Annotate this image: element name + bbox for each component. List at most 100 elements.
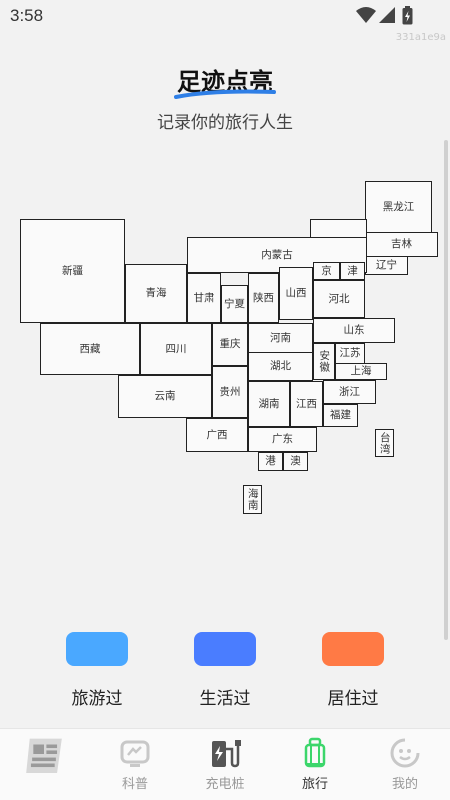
status-bar: 3:58 xyxy=(0,0,450,32)
tab-label: 充电桩 xyxy=(205,777,245,792)
region-label: 陕西 xyxy=(253,291,274,304)
tab-news[interactable] xyxy=(0,729,90,800)
region-yunnan[interactable]: 云南 xyxy=(118,375,212,418)
region-label: 吉林 xyxy=(391,238,412,251)
region-label: 山西 xyxy=(285,287,307,300)
region-anhui[interactable]: 安徽 xyxy=(313,343,335,380)
tab-label: 我的 xyxy=(391,777,418,792)
region-label: 内蒙古 xyxy=(261,248,293,261)
region-label: 西藏 xyxy=(79,342,101,355)
region-label: 海南 xyxy=(246,488,259,511)
region-heilongjiang[interactable]: 黑龙江 xyxy=(365,181,432,233)
china-province-map: 黑龙江 吉林 辽宁 新疆 内蒙古 京 津 青海 甘肃 宁夏 陕西 山西 河北 山… xyxy=(0,170,450,530)
region-shanxi[interactable]: 山西 xyxy=(279,267,313,320)
region-chongqing[interactable]: 重庆 xyxy=(212,323,248,366)
region-shaanxi[interactable]: 陕西 xyxy=(248,273,279,323)
region-hunan[interactable]: 湖南 xyxy=(248,381,290,427)
legend-label-traveled: 旅游过 xyxy=(71,689,123,709)
legend-item-lived: 生活过 xyxy=(175,632,275,709)
region-label: 津 xyxy=(347,264,358,277)
profile-face-icon xyxy=(390,738,420,768)
region-hainan[interactable]: 海南 xyxy=(243,485,262,514)
science-tv-icon xyxy=(120,740,150,767)
region-guangxi[interactable]: 广西 xyxy=(186,418,248,452)
luggage-icon xyxy=(304,737,326,768)
region-label: 甘肃 xyxy=(193,291,215,304)
region-taiwan[interactable]: 台湾 xyxy=(375,429,394,457)
region-jiangsu[interactable]: 江苏 xyxy=(335,343,365,364)
region-label: 福建 xyxy=(330,409,351,422)
region-jiangxi[interactable]: 江西 xyxy=(290,381,323,427)
region-hongkong[interactable]: 港 xyxy=(258,452,283,471)
region-hubei[interactable]: 湖北 xyxy=(248,352,313,381)
region-label: 江苏 xyxy=(339,347,361,360)
region-ningxia[interactable]: 宁夏 xyxy=(221,285,248,323)
region-jilin[interactable]: 吉林 xyxy=(365,232,438,257)
region-label: 澳 xyxy=(290,455,301,468)
region-label: 广西 xyxy=(206,428,228,441)
region-shandong[interactable]: 山东 xyxy=(313,318,395,343)
region-xizang[interactable]: 西藏 xyxy=(40,323,140,375)
region-macau[interactable]: 澳 xyxy=(283,452,308,471)
legend-label-lived: 生活过 xyxy=(199,689,251,709)
tab-label: 旅行 xyxy=(301,777,328,792)
region-label: 湖南 xyxy=(258,397,280,410)
title-underline-stroke xyxy=(174,89,276,99)
region-label: 京 xyxy=(321,264,332,277)
region-label: 江西 xyxy=(296,397,317,410)
tab-label: 科普 xyxy=(121,777,148,792)
region-henan[interactable]: 河南 xyxy=(248,323,313,353)
region-label: 港 xyxy=(265,455,276,468)
status-time: 3:58 xyxy=(10,6,44,25)
page-subtitle: 记录你的旅行人生 xyxy=(157,113,293,133)
region-liaoning[interactable]: 辽宁 xyxy=(365,256,408,275)
region-fujian[interactable]: 福建 xyxy=(323,404,358,427)
tab-travel[interactable]: 旅行 xyxy=(270,729,360,800)
region-tianjin[interactable]: 津 xyxy=(340,262,365,280)
region-label: 重庆 xyxy=(219,338,241,351)
region-label: 上海 xyxy=(350,365,372,378)
legend-label-resided: 居住过 xyxy=(327,689,379,709)
region-guizhou[interactable]: 贵州 xyxy=(212,366,248,418)
region-label: 贵州 xyxy=(219,385,241,398)
wifi-icon xyxy=(356,7,376,23)
tab-charging-pile[interactable]: 充电桩 xyxy=(180,729,270,800)
tab-science[interactable]: 科普 xyxy=(90,729,180,800)
region-label: 河南 xyxy=(270,331,291,344)
tab-profile[interactable]: 我的 xyxy=(360,729,450,800)
region-label: 四川 xyxy=(165,342,187,355)
watermark: 331a1e9a xyxy=(395,32,446,43)
legend-item-resided: 居住过 xyxy=(303,632,403,709)
region-sichuan[interactable]: 四川 xyxy=(140,323,212,375)
region-label: 山东 xyxy=(343,324,365,337)
region-gansu[interactable]: 甘肃 xyxy=(187,273,221,323)
bottom-tab-bar: 科普 充电桩 旅行 我的 xyxy=(0,728,450,800)
region-label: 湖北 xyxy=(270,360,291,373)
region-label: 台湾 xyxy=(378,431,391,455)
region-label: 浙江 xyxy=(339,385,360,398)
news-tile-icon xyxy=(26,738,62,773)
region-label: 青海 xyxy=(145,287,167,300)
region-label: 黑龙江 xyxy=(382,200,415,213)
region-label: 辽宁 xyxy=(376,259,397,272)
legend-swatch-traveled xyxy=(66,632,128,666)
legend: 旅游过 生活过 居住过 xyxy=(0,632,450,712)
battery-icon xyxy=(402,6,413,25)
legend-item-traveled: 旅游过 xyxy=(47,632,147,709)
region-qinghai[interactable]: 青海 xyxy=(125,264,187,323)
cell-signal-icon xyxy=(379,7,395,23)
region-shanghai[interactable]: 上海 xyxy=(335,363,387,380)
scrollbar[interactable] xyxy=(444,140,448,640)
region-hebei[interactable]: 河北 xyxy=(313,280,365,318)
charging-pile-icon xyxy=(212,740,241,768)
region-guangdong[interactable]: 广东 xyxy=(248,427,317,452)
region-label: 宁夏 xyxy=(224,297,245,310)
region-zhejiang[interactable]: 浙江 xyxy=(323,380,376,404)
region-xinjiang[interactable]: 新疆 xyxy=(20,219,125,323)
region-label: 安徽 xyxy=(318,350,331,373)
region-beijing[interactable]: 京 xyxy=(313,262,340,280)
region-neimenggu-east-part xyxy=(310,219,367,239)
legend-swatch-resided xyxy=(322,632,384,666)
region-label: 云南 xyxy=(154,390,176,403)
legend-swatch-lived xyxy=(194,632,256,666)
